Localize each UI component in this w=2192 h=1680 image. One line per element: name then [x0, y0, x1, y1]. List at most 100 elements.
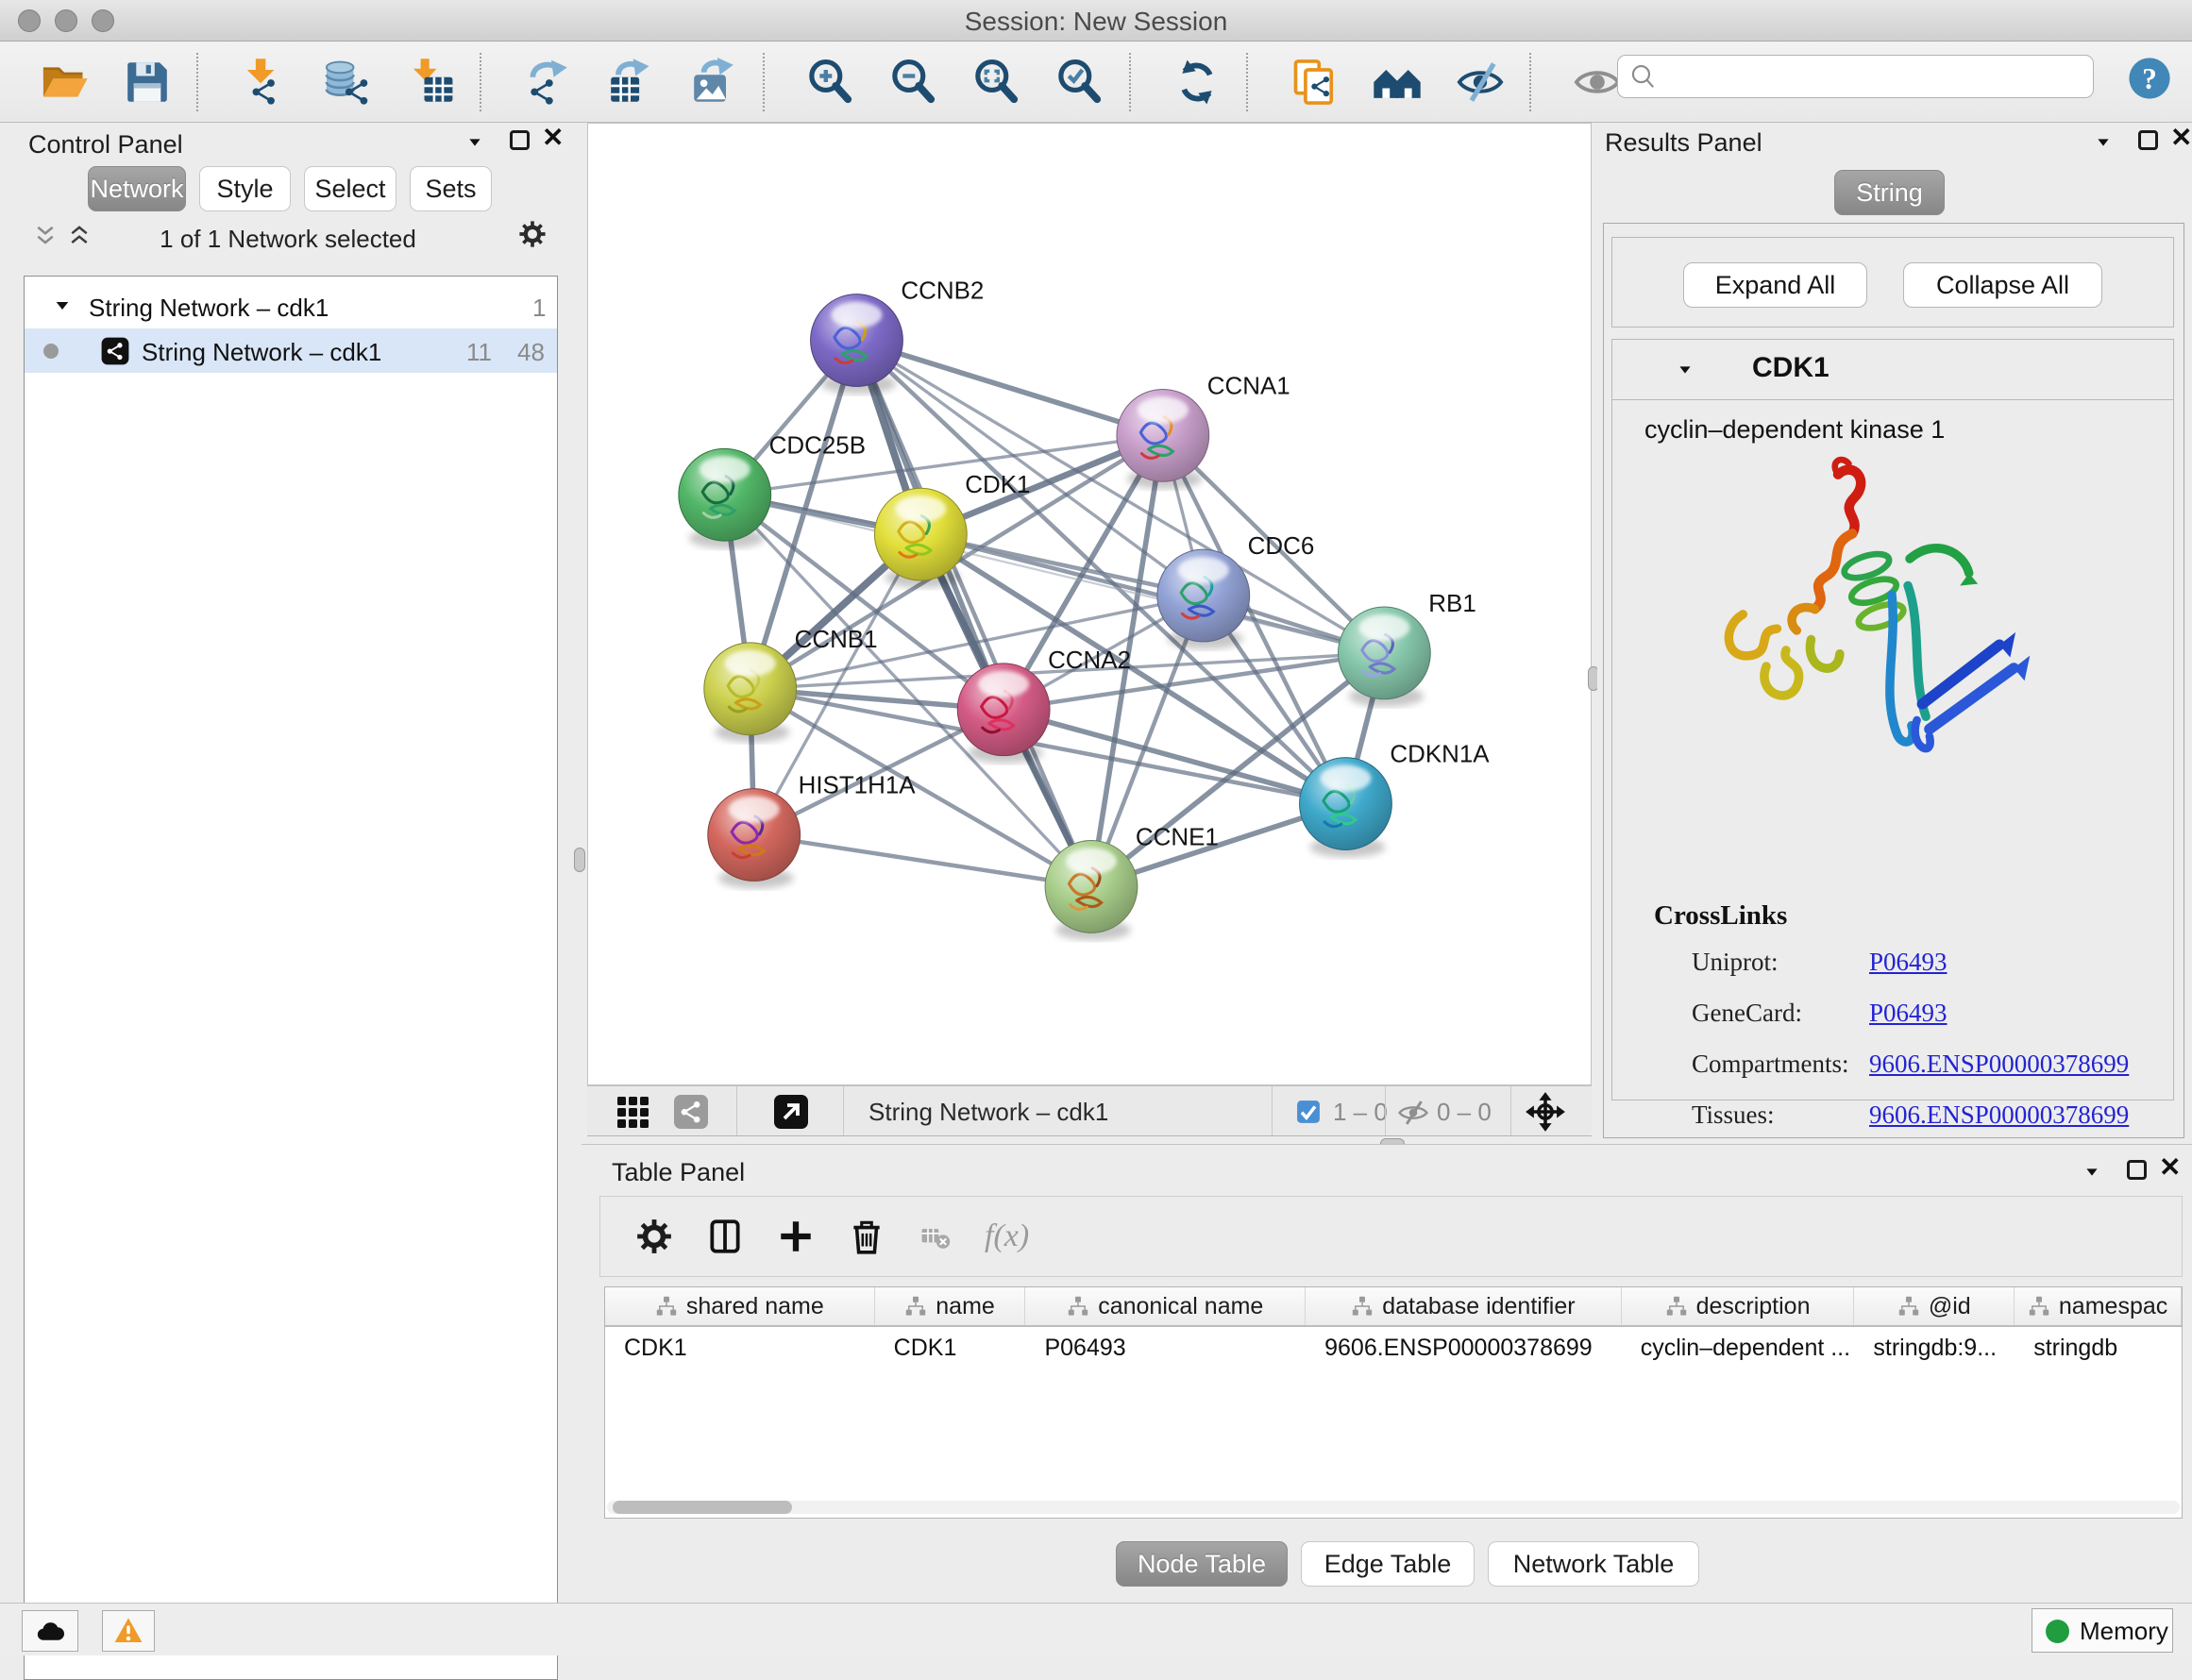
table-cell[interactable]: stringdb — [2015, 1329, 2182, 1367]
open-session-icon[interactable] — [40, 58, 89, 107]
crosslink-value-link[interactable]: P06493 — [1869, 999, 1948, 1028]
close-results-icon[interactable]: ✕ — [2170, 127, 2192, 148]
current-network-title: String Network – cdk1 — [868, 1098, 1108, 1127]
crosslink-value-link[interactable]: P06493 — [1869, 948, 1948, 977]
collection-name: String Network – cdk1 — [89, 294, 329, 323]
toolbar-separator — [763, 53, 765, 111]
grid-view-icon[interactable] — [614, 1093, 651, 1131]
network-canvas[interactable]: CCNB2CCNA1CDC25BCDK1CDC6RB1CCNB1CCNA2CDK… — [587, 123, 1592, 1085]
network-row-selected[interactable]: String Network – cdk1 11 48 — [25, 328, 557, 373]
network-edge-CCNB2-CCNA1[interactable] — [856, 341, 1162, 436]
collapse-all-networks-icon[interactable] — [32, 223, 59, 249]
tab-select[interactable]: Select — [304, 166, 396, 211]
first-neighbors-icon[interactable] — [1373, 58, 1422, 107]
zoom-selected-icon[interactable] — [1055, 58, 1104, 107]
table-cell[interactable]: CDK1 — [605, 1329, 875, 1367]
collapse-table-panel-icon[interactable] — [2082, 1165, 2102, 1180]
close-panel-icon[interactable]: ✕ — [542, 127, 564, 148]
export-image-icon[interactable] — [689, 58, 738, 107]
show-columns-icon[interactable] — [705, 1217, 745, 1256]
selected-items-checkbox[interactable] — [1295, 1099, 1322, 1125]
edge-count: 48 — [517, 338, 545, 367]
expand-collection-icon[interactable] — [53, 297, 72, 314]
collapse-panel-icon[interactable] — [464, 135, 485, 150]
show-all-icon[interactable] — [1573, 58, 1622, 107]
main-toolbar: ? — [0, 42, 2192, 123]
zoom-in-icon[interactable] — [806, 58, 855, 107]
column-tree-icon — [2028, 1295, 2050, 1318]
network-edge-CCNB2-CCNE1[interactable] — [856, 341, 1091, 887]
warning-status-button[interactable] — [102, 1610, 155, 1652]
tab-style[interactable]: Style — [199, 166, 291, 211]
tab-node-table[interactable]: Node Table — [1116, 1541, 1288, 1587]
column-header-canonical-name[interactable]: canonical name — [1025, 1287, 1306, 1325]
expand-all-networks-icon[interactable] — [66, 223, 93, 249]
fit-content-crosshair-icon[interactable] — [1525, 1091, 1566, 1133]
collapse-all-button[interactable]: Collapse All — [1903, 262, 2102, 308]
import-database-icon[interactable] — [323, 58, 372, 107]
float-results-icon[interactable] — [2138, 130, 2158, 150]
network-collection-row[interactable]: String Network – cdk1 1 — [25, 284, 557, 328]
cloud-status-button[interactable] — [22, 1610, 78, 1652]
svg-text:?: ? — [2142, 62, 2157, 95]
network-node-CCNA1[interactable]: CCNA1 — [1117, 373, 1290, 489]
delete-column-icon[interactable] — [847, 1217, 886, 1256]
function-builder-icon: f(x) — [985, 1218, 1029, 1254]
left-splitter-handle[interactable] — [574, 848, 585, 872]
duplicate-network-icon[interactable] — [1290, 58, 1339, 107]
hidden-items-icon[interactable] — [1397, 1097, 1429, 1129]
table-cell[interactable]: cyclin–dependent ... — [1622, 1329, 1855, 1367]
import-network-icon[interactable] — [240, 58, 289, 107]
collapse-section-icon[interactable] — [1675, 362, 1695, 378]
tab-edge-table[interactable]: Edge Table — [1301, 1541, 1475, 1587]
collapse-results-icon[interactable] — [2093, 135, 2114, 150]
scrollbar-thumb[interactable] — [613, 1501, 792, 1514]
hide-selected-icon[interactable] — [1456, 58, 1505, 107]
memory-button[interactable]: Memory — [2032, 1608, 2173, 1653]
export-table-icon[interactable] — [606, 58, 655, 107]
column-header-shared-name[interactable]: shared name — [605, 1287, 875, 1325]
network-node-RB1[interactable]: RB1 — [1338, 591, 1475, 707]
crosslink-label: GeneCard: — [1692, 999, 1802, 1028]
table-row[interactable]: CDK1CDK1P064939606.ENSP00000378699cyclin… — [605, 1329, 2182, 1367]
birdseye-view-icon[interactable] — [772, 1093, 810, 1131]
network-overview-icon[interactable] — [672, 1093, 710, 1131]
save-session-icon[interactable] — [123, 58, 172, 107]
add-column-icon[interactable] — [776, 1217, 816, 1256]
crosslink-value-link[interactable]: 9606.ENSP00000378699 — [1869, 1100, 2129, 1130]
export-network-icon[interactable] — [523, 58, 572, 107]
table-cell[interactable]: 9606.ENSP00000378699 — [1306, 1329, 1622, 1367]
float-panel-icon[interactable] — [510, 130, 530, 150]
refresh-layout-icon[interactable] — [1172, 58, 1222, 107]
column-header-description[interactable]: description — [1622, 1287, 1855, 1325]
network-edge-CDK1-RB1[interactable] — [920, 534, 1384, 653]
node-table: shared namenamecanonical namedatabase id… — [604, 1286, 2183, 1519]
import-table-icon[interactable] — [406, 58, 455, 107]
crosslink-value-link[interactable]: 9606.ENSP00000378699 — [1869, 1050, 2129, 1079]
network-options-gear-icon[interactable] — [517, 219, 548, 249]
search-input[interactable] — [1667, 58, 2082, 95]
table-cell[interactable]: stringdb:9... — [1854, 1329, 2015, 1367]
column-header--id[interactable]: @id — [1854, 1287, 2015, 1325]
float-table-panel-icon[interactable] — [2127, 1160, 2147, 1180]
close-table-panel-icon[interactable]: ✕ — [2159, 1157, 2181, 1178]
table-cell[interactable]: CDK1 — [875, 1329, 1026, 1367]
tab-sets[interactable]: Sets — [410, 166, 492, 211]
column-header-name[interactable]: name — [875, 1287, 1026, 1325]
table-cell[interactable]: P06493 — [1025, 1329, 1306, 1367]
column-header-namespac[interactable]: namespac — [2015, 1287, 2182, 1325]
help-button[interactable]: ? — [2127, 56, 2172, 101]
tab-network-table[interactable]: Network Table — [1488, 1541, 1699, 1587]
network-node-CDC6[interactable]: CDC6 — [1157, 533, 1314, 649]
network-edge-CCNE1-HIST1H1A[interactable] — [754, 835, 1091, 887]
column-header-database-identifier[interactable]: database identifier — [1306, 1287, 1622, 1325]
tab-string[interactable]: String — [1834, 170, 1945, 215]
zoom-fit-icon[interactable] — [972, 58, 1021, 107]
network-node-CDKN1A[interactable]: CDKN1A — [1300, 742, 1491, 858]
expand-all-button[interactable]: Expand All — [1683, 262, 1867, 308]
cdk1-section-header[interactable]: CDK1 — [1612, 340, 2173, 400]
table-settings-gear-icon[interactable] — [634, 1217, 674, 1256]
network-node-HIST1H1A[interactable]: HIST1H1A — [708, 773, 916, 889]
tab-network[interactable]: Network — [88, 166, 186, 211]
zoom-out-icon[interactable] — [889, 58, 938, 107]
